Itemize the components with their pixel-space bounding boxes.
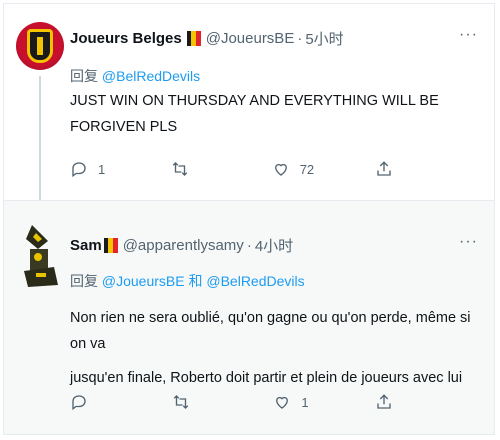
tweet-header: Joueurs Belges @JoueursBE · 5小时 (70, 28, 344, 49)
action-bar: 1 (70, 393, 415, 411)
display-name[interactable]: Joueurs Belges (70, 30, 182, 47)
tweet-header: Sam @apparentlysamy · 4小时 (70, 235, 293, 256)
mention-link[interactable]: @BelRedDevils (206, 273, 304, 289)
tweet-apparentlysamy[interactable]: Sam @apparentlysamy · 4小时 ··· 回复 @Joueur… (4, 200, 494, 434)
action-bar: 1 72 (70, 160, 415, 178)
reply-icon (72, 162, 86, 178)
retweet-button[interactable] (171, 160, 211, 178)
heart-icon (276, 396, 289, 409)
reply-context: 回复 @JoueursBE 和 @BelRedDevils (70, 271, 305, 291)
reply-prefix: 回复 (70, 273, 98, 289)
like-count: 72 (299, 161, 315, 177)
timestamp[interactable]: 4小时 (255, 235, 293, 256)
tweet-text-line: Non rien ne sera oublié, qu'on gagne ou … (70, 310, 471, 352)
reply-context: 回复 @BelRedDevils (70, 66, 200, 86)
share-icon (377, 394, 391, 409)
reply-button[interactable] (70, 393, 110, 411)
separator: · (297, 30, 303, 47)
reply-prefix: 回复 (70, 68, 98, 84)
tweet-joueursbe[interactable]: Joueurs Belges @JoueursBE · 5小时 ··· 回复 @… (4, 4, 494, 200)
tweet-text: JUST WIN ON THURSDAY AND EVERYTHING WILL… (70, 93, 439, 135)
handle[interactable]: @apparentlysamy (123, 237, 244, 254)
share-button[interactable] (375, 160, 415, 178)
timestamp[interactable]: 5小时 (305, 28, 343, 49)
crest-icon (27, 29, 53, 63)
avatar[interactable] (16, 22, 64, 70)
like-count: 1 (301, 394, 309, 410)
retweet-icon (173, 395, 188, 409)
avatar[interactable] (18, 223, 62, 289)
reply-icon (72, 395, 86, 411)
reply-count: 1 (98, 161, 106, 177)
more-options-icon[interactable]: ··· (459, 26, 478, 44)
reply-button[interactable]: 1 (70, 160, 110, 178)
heart-icon (274, 163, 287, 176)
belgium-flag-icon (186, 31, 201, 46)
mention-link[interactable]: @BelRedDevils (102, 68, 200, 84)
share-button[interactable] (375, 393, 415, 411)
like-button[interactable]: 1 (273, 393, 313, 411)
mention-link[interactable]: @JoueursBE (102, 273, 185, 289)
tweet-text: Non rien ne sera oublié, qu'on gagne ou … (70, 305, 480, 391)
separator: · (246, 237, 252, 254)
retweet-button[interactable] (172, 393, 212, 411)
share-icon (377, 161, 391, 176)
more-options-icon[interactable]: ··· (459, 233, 478, 251)
thread-line (39, 76, 41, 200)
like-button[interactable]: 72 (272, 160, 314, 178)
reply-and: 和 (188, 273, 203, 289)
retweet-icon (172, 162, 188, 176)
handle[interactable]: @JoueursBE (206, 30, 295, 47)
tweet-text-line: jusqu'en finale, Roberto doit partir et … (70, 370, 463, 386)
display-name[interactable]: Sam (70, 237, 102, 254)
belgium-flag-icon (103, 238, 118, 253)
tweet-thread: Joueurs Belges @JoueursBE · 5小时 ··· 回复 @… (3, 3, 495, 435)
